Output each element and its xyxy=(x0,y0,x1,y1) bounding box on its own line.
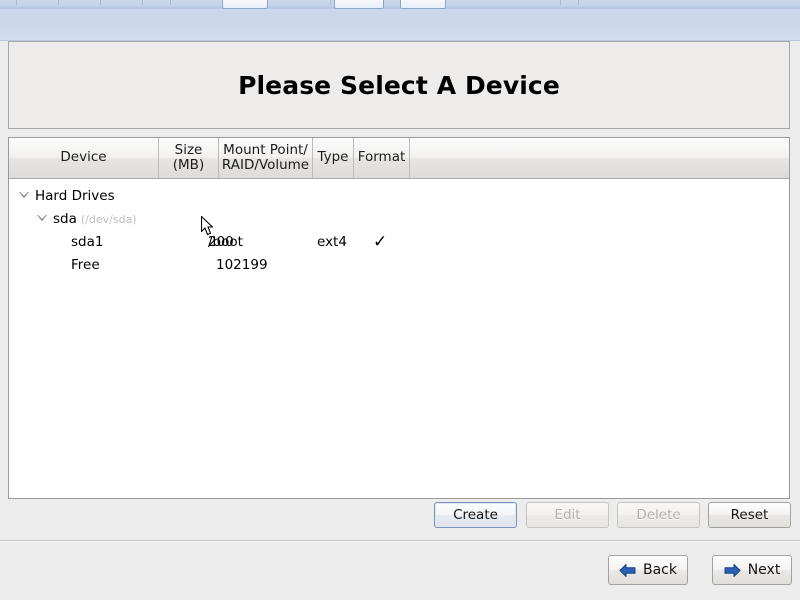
column-header-type[interactable]: Type xyxy=(313,138,354,178)
column-header-size[interactable]: Size (MB) xyxy=(159,138,219,178)
banner-strip xyxy=(0,9,800,41)
toolbar-tick xyxy=(16,0,17,5)
toolbar-tick xyxy=(170,0,171,5)
column-header-size-line2: (MB) xyxy=(172,157,205,173)
toolbar-tick xyxy=(100,0,101,5)
table-row[interactable]: Free 102199 xyxy=(9,254,789,277)
device-tree-panel[interactable]: Device Size (MB) Mount Point/ RAID/Volum… xyxy=(8,137,790,499)
toolbar-tick xyxy=(560,0,561,5)
navigation-separator xyxy=(0,540,800,542)
window-body: Please Select A Device Device Size (MB) … xyxy=(0,9,800,600)
toolbar-tick xyxy=(578,0,579,5)
toolbar-field[interactable] xyxy=(400,0,446,9)
page-title: Please Select A Device xyxy=(238,70,560,100)
table-row[interactable]: sda (/dev/sda) xyxy=(9,208,789,231)
column-header-filler xyxy=(410,138,789,178)
column-header-format[interactable]: Format xyxy=(354,138,410,178)
device-name: Hard Drives xyxy=(35,188,115,204)
cell-device: sda (/dev/sda) xyxy=(53,208,137,231)
device-name: sda xyxy=(53,211,77,227)
toolbar-tick xyxy=(142,0,143,5)
back-button[interactable]: Back xyxy=(608,555,688,585)
device-tree-header: Device Size (MB) Mount Point/ RAID/Volum… xyxy=(9,138,789,179)
cell-device: Free xyxy=(71,254,100,277)
column-header-device[interactable]: Device xyxy=(9,138,159,178)
format-check-icon: ✓ xyxy=(373,232,388,252)
navigation-button-row: Back Next xyxy=(0,554,800,600)
next-button-label: Next xyxy=(747,562,781,578)
back-button-label: Back xyxy=(643,562,677,578)
column-header-mount-point[interactable]: Mount Point/ RAID/Volume xyxy=(219,138,313,178)
reset-button[interactable]: Reset xyxy=(708,502,791,528)
title-panel: Please Select A Device xyxy=(8,41,790,129)
action-button-row: Create Edit Delete Reset xyxy=(0,501,800,541)
cell-type: ext4 xyxy=(317,234,347,250)
column-header-mount-line1: Mount Point/ xyxy=(223,141,308,158)
cell-mount-point: /boot xyxy=(208,234,243,250)
expander-triangle-icon[interactable] xyxy=(19,192,29,198)
table-row[interactable]: Hard Drives xyxy=(9,185,789,208)
toolbar-field[interactable] xyxy=(334,0,384,9)
toolbar-field[interactable] xyxy=(222,0,268,9)
cell-device: Hard Drives xyxy=(35,185,115,208)
device-path: (/dev/sda) xyxy=(80,213,137,226)
delete-button: Delete xyxy=(617,502,700,528)
column-header-mount-line2: RAID/Volume xyxy=(221,157,310,173)
table-row[interactable]: sda1 200 /boot ext4 ✓ xyxy=(9,231,789,254)
expander-triangle-icon[interactable] xyxy=(37,215,47,221)
device-name: Free xyxy=(71,257,100,273)
cell-device: sda1 xyxy=(71,231,103,254)
device-name: sda1 xyxy=(71,234,104,250)
toolbar-tick xyxy=(330,0,331,5)
arrow-left-icon xyxy=(619,563,636,577)
create-button[interactable]: Create xyxy=(434,502,517,528)
column-header-size-line1: Size xyxy=(174,141,203,158)
device-tree-body: Hard Drives sda (/dev/sda) sda1 200 /boot… xyxy=(9,179,789,498)
edit-button: Edit xyxy=(526,502,609,528)
arrow-right-icon xyxy=(724,563,741,577)
toolbar-tick xyxy=(58,0,59,5)
next-button[interactable]: Next xyxy=(712,555,792,585)
